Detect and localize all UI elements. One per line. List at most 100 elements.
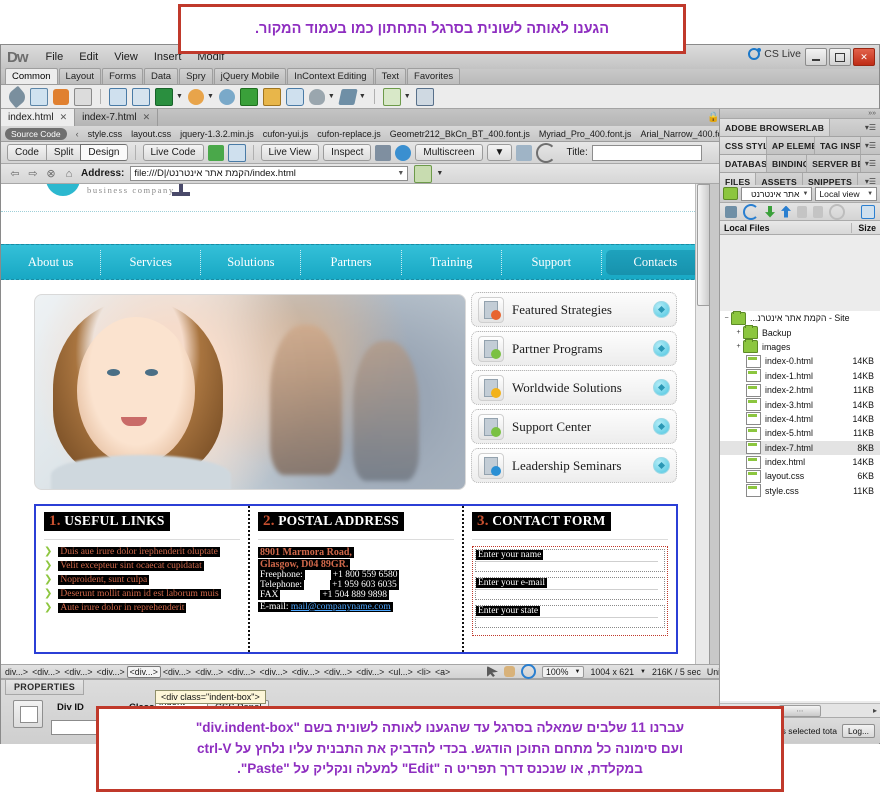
tag-item[interactable]: <a> (433, 667, 452, 677)
media-caret-icon[interactable]: ▼ (176, 93, 183, 100)
insert-tab-layout[interactable]: Layout (58, 68, 102, 84)
source-code-button[interactable]: Source Code (5, 127, 67, 140)
page-title-input[interactable] (591, 144, 702, 161)
calendar-icon[interactable] (239, 87, 258, 106)
browser-preview-caret-icon[interactable]: ▼ (436, 170, 443, 177)
validate-markup-icon[interactable] (227, 143, 246, 162)
expander-icon[interactable]: − (722, 315, 731, 322)
tag-item[interactable]: <div...> (94, 667, 126, 677)
insert-tab-spry[interactable]: Spry (179, 68, 213, 84)
forward-icon[interactable]: ⇨ (27, 168, 39, 180)
nav-item-contacts[interactable]: Contacts (605, 249, 705, 275)
select-tool-icon[interactable] (487, 666, 498, 677)
tag-item[interactable]: <div...> (161, 667, 193, 677)
related-file-myriad[interactable]: Myriad_Pro_400.font.js (539, 129, 632, 139)
head-icon[interactable] (308, 88, 325, 105)
panel-tab-server-behaviors[interactable]: SERVER BEHA (807, 155, 861, 172)
contact-form-state-field[interactable]: Enter your state (475, 605, 665, 628)
get-files-icon[interactable] (765, 205, 775, 218)
dock-collapse-handle[interactable]: »» (720, 109, 880, 119)
list-item[interactable]: index-5.html 11KB (720, 426, 880, 440)
list-item[interactable]: ❯ Noproident, sunt culpa (44, 574, 240, 585)
panel-group-menu-icon[interactable]: ▾☰ (861, 119, 880, 136)
menu-file[interactable]: File (38, 48, 72, 66)
tag-chooser-icon[interactable] (415, 87, 434, 106)
related-files-prev-icon[interactable]: ‹ (76, 129, 79, 139)
hyperlink-icon[interactable] (5, 85, 29, 108)
panel-tab-ap-elements[interactable]: AP ELEMENT (767, 137, 815, 154)
widget-icon[interactable] (187, 88, 204, 105)
related-file-cufon-yui[interactable]: cufon-yui.js (263, 129, 309, 139)
insert-tab-common[interactable]: Common (5, 68, 58, 84)
chevron-down-icon[interactable]: ▼ (397, 170, 404, 177)
feature-button-leadership-seminars[interactable]: Leadership Seminars (471, 448, 677, 483)
tag-item[interactable]: <div...> (322, 667, 354, 677)
script-icon[interactable] (338, 88, 358, 105)
nav-item-about-us[interactable]: About us (1, 249, 102, 275)
chevron-down-icon[interactable]: ▼ (802, 191, 808, 197)
connect-icon[interactable] (725, 205, 737, 218)
insert-tab-text[interactable]: Text (374, 68, 407, 84)
feature-button-partner-programs[interactable]: Partner Programs (471, 331, 677, 366)
tag-item[interactable]: <div...> (225, 667, 257, 677)
tag-item[interactable]: <div...> (30, 667, 62, 677)
panel-tab-css-styles[interactable]: CSS STYLES (720, 137, 767, 154)
put-files-icon[interactable] (781, 205, 791, 218)
expand-icon[interactable] (861, 204, 875, 219)
menu-edit[interactable]: Edit (71, 48, 106, 66)
list-item[interactable]: ❯ Deserunt mollit anim id est laborum mui… (44, 588, 240, 599)
tag-item[interactable]: div...> (3, 667, 30, 677)
column-header-size[interactable]: Size (851, 222, 876, 233)
panel-tab-bindings[interactable]: BINDINGS (767, 155, 808, 172)
tag-item[interactable]: <div...> (354, 667, 386, 677)
nav-item-support[interactable]: Support (502, 249, 602, 275)
list-item[interactable]: index-0.html 14KB (720, 354, 880, 368)
chevron-down-icon[interactable]: ▼ (640, 669, 646, 675)
split-view-button[interactable]: Split (45, 144, 81, 161)
hand-tool-icon[interactable] (504, 666, 515, 677)
feature-button-support-center[interactable]: Support Center (471, 409, 677, 444)
email-link[interactable]: mail@companyname.com (291, 602, 391, 612)
close-icon[interactable]: ✕ (143, 112, 151, 123)
list-item[interactable]: index-2.html 11KB (720, 383, 880, 397)
insert-tab-favorites[interactable]: Favorites (407, 68, 461, 84)
inspect-button[interactable]: Inspect (323, 144, 372, 161)
horizontal-rule-icon[interactable] (74, 87, 92, 106)
tag-item-selected[interactable]: <div...> (126, 665, 161, 678)
menu-view[interactable]: View (106, 48, 146, 66)
live-view-button[interactable]: Live View (260, 144, 320, 161)
email-link-icon[interactable] (30, 87, 48, 106)
feature-button-worldwide-solutions[interactable]: Worldwide Solutions (471, 370, 677, 405)
script-caret-icon[interactable]: ▼ (359, 93, 366, 100)
comment-icon[interactable] (285, 87, 304, 106)
table-icon[interactable] (109, 87, 127, 106)
expander-icon[interactable]: + (734, 343, 743, 350)
nav-item-services[interactable]: Services (101, 249, 202, 275)
tag-item[interactable]: <ul...> (386, 667, 414, 677)
scrollbar-thumb[interactable]: ⋯ (779, 704, 821, 717)
related-file-layout-css[interactable]: layout.css (131, 129, 171, 139)
maximize-button[interactable] (829, 48, 851, 66)
visual-aids-icon[interactable] (375, 144, 392, 161)
canvas-vertical-scrollbar[interactable] (695, 184, 709, 664)
chevron-down-icon[interactable]: ▼ (575, 669, 581, 675)
panel-group-menu-icon[interactable]: ▾☰ (861, 155, 880, 172)
window-size-label[interactable]: 1004 x 621 (590, 667, 634, 677)
files-panel-list[interactable]: − Site - הקמת אתר אינטרנ... + Backup + i… (720, 311, 880, 701)
preview-browser-icon[interactable] (207, 144, 224, 161)
code-view-button[interactable]: Code (7, 144, 46, 161)
live-code-button[interactable]: Live Code (142, 144, 204, 161)
design-view-canvas[interactable]: business company About us Services Solut… (1, 184, 710, 664)
nav-item-training[interactable]: Training (402, 249, 502, 275)
list-item[interactable]: + Backup (720, 325, 880, 340)
address-input[interactable]: file:///D|/הקמת אתר אינטרנט/index.html ▼ (130, 166, 409, 181)
list-item[interactable]: ❯ Aute irure dolor in reprehenderit (44, 602, 240, 613)
close-icon[interactable]: ✕ (60, 112, 68, 123)
insert-tab-incontext-editing[interactable]: InContext Editing (287, 68, 374, 84)
scrollbar-thumb[interactable] (697, 184, 709, 306)
panel-tab-adobe-browserlab[interactable]: ADOBE BROWSERLAB (720, 119, 831, 136)
tag-item[interactable]: <div...> (62, 667, 94, 677)
document-tab-index-7[interactable]: index-7.html ✕ (75, 109, 159, 126)
design-view-button[interactable]: Design (80, 144, 128, 161)
document-tab-index[interactable]: index.html ✕ (1, 109, 76, 126)
